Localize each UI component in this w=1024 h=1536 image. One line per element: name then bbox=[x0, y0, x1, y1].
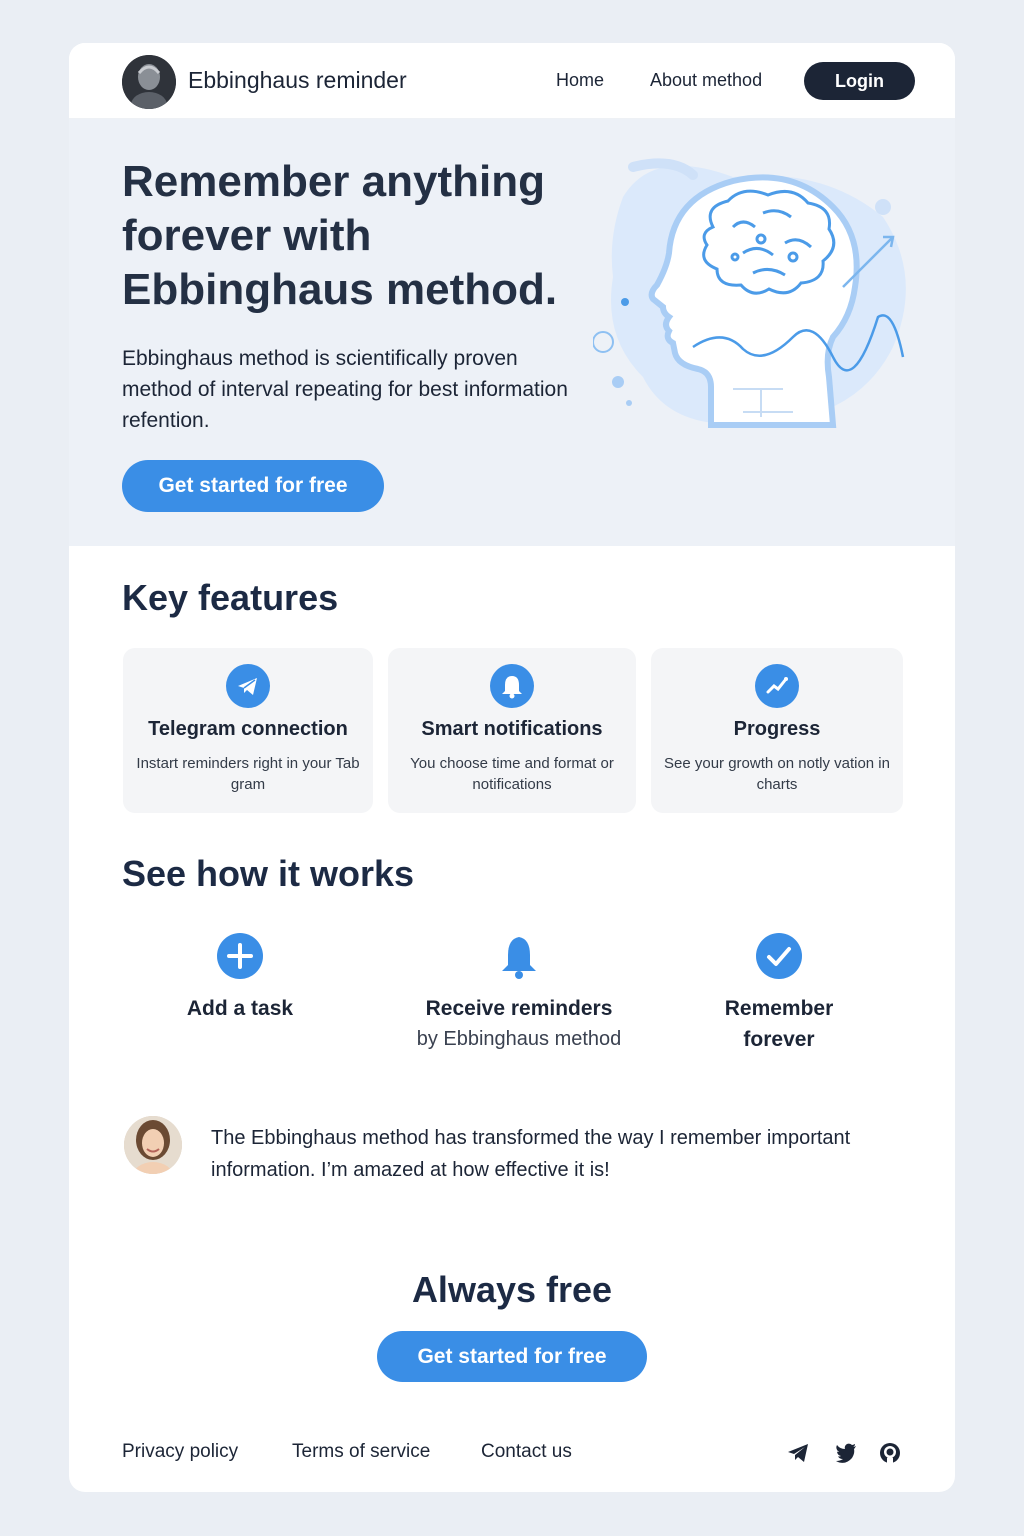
progress-icon bbox=[755, 664, 799, 708]
always-free-heading: Always free bbox=[411, 1269, 613, 1310]
brand-name[interactable]: Ebbinghaus reminder bbox=[188, 67, 407, 94]
feature-title: Smart notifications bbox=[421, 718, 603, 740]
step-title: Remember forever bbox=[724, 997, 834, 1051]
nav-home-link[interactable]: Home bbox=[556, 70, 604, 91]
testimonial-avatar bbox=[124, 1116, 182, 1174]
footer-terms-link[interactable]: Terms of service bbox=[292, 1441, 430, 1463]
footer-privacy-link[interactable]: Privacy policy bbox=[122, 1441, 238, 1463]
feature-card-progress: Progress See your growth on notly vation… bbox=[651, 648, 903, 813]
bell-icon bbox=[496, 933, 542, 979]
page-card: Ebbinghaus reminder Home About method Lo… bbox=[69, 43, 955, 1492]
hero-section: Remember anything forever with Ebbinghau… bbox=[69, 119, 955, 546]
key-features-heading: Key features bbox=[122, 577, 339, 618]
bell-icon bbox=[490, 664, 534, 708]
telegram-icon[interactable] bbox=[786, 1441, 810, 1465]
hero-get-started-button[interactable]: Get started for free bbox=[122, 460, 384, 512]
feature-card-notifications: Smart notifications You choose time and … bbox=[388, 648, 636, 813]
github-icon[interactable] bbox=[878, 1441, 902, 1465]
step-title: Add a task bbox=[186, 997, 294, 1020]
how-it-works-heading: See how it works bbox=[122, 853, 415, 894]
testimonial-quote: The Ebbinghaus method has transformed th… bbox=[211, 1127, 851, 1181]
hero-subtitle: Ebbinghaus method is scientifically prov… bbox=[122, 347, 568, 432]
feature-title: Progress bbox=[733, 718, 821, 740]
footer-contact-link[interactable]: Contact us bbox=[481, 1441, 572, 1463]
twitter-icon[interactable] bbox=[834, 1441, 858, 1465]
login-button[interactable]: Login bbox=[804, 62, 915, 100]
feature-desc: You choose time and format or notificati… bbox=[410, 755, 614, 793]
feature-desc: See your growth on notly vation in chart… bbox=[664, 755, 890, 793]
plus-circle-icon bbox=[217, 933, 263, 979]
telegram-icon bbox=[226, 664, 270, 708]
feature-card-telegram: Telegram connection Instart reminders ri… bbox=[123, 648, 373, 813]
brain-head-icon bbox=[592, 157, 923, 429]
check-circle-icon bbox=[756, 933, 802, 979]
feature-title: Telegram connection bbox=[148, 718, 348, 740]
step-title: Receive reminders bbox=[425, 997, 613, 1020]
bottom-get-started-button[interactable]: Get started for free bbox=[377, 1331, 647, 1382]
top-nav: Ebbinghaus reminder Home About method Lo… bbox=[69, 43, 955, 119]
nav-about-link[interactable]: About method bbox=[650, 70, 762, 91]
brand-avatar[interactable] bbox=[122, 55, 176, 109]
step-subtitle: by Ebbinghaus method bbox=[416, 1028, 622, 1050]
hero-title: Remember anything forever with Ebbinghau… bbox=[122, 157, 558, 314]
feature-desc: Instart reminders right in your Tab gram bbox=[136, 755, 360, 793]
